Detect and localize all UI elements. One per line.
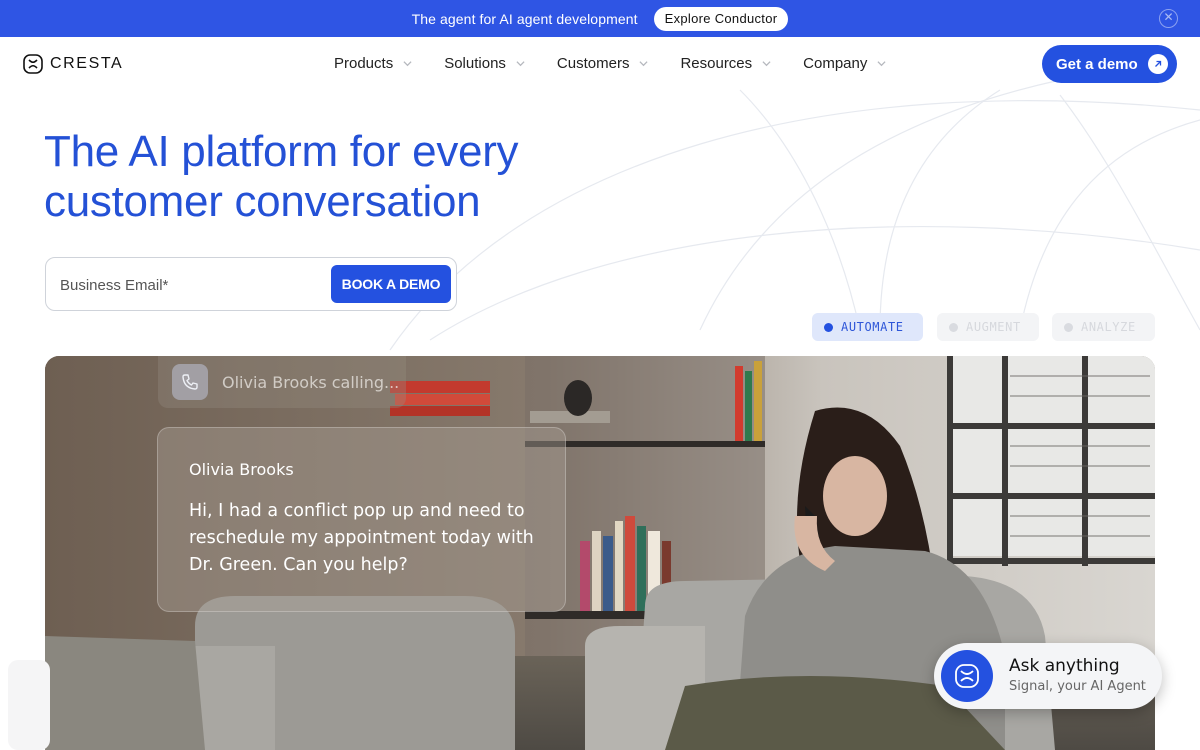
hero-title-line-2: customer conversation xyxy=(44,177,481,226)
chevron-down-icon xyxy=(762,61,771,67)
active-dot-icon xyxy=(824,322,833,332)
side-panel-ghost xyxy=(8,660,50,750)
ask-anything-title: Ask anything xyxy=(1009,656,1120,676)
mode-label: ANALYZE xyxy=(1081,320,1136,334)
hero-title-line-1: The AI platform for every xyxy=(44,127,519,176)
chevron-down-icon xyxy=(516,61,525,67)
menu-item-label: Customers xyxy=(556,55,630,72)
menu-item-products[interactable]: Products xyxy=(334,55,412,72)
ask-anything-subtitle: Signal, your AI Agent xyxy=(1009,679,1146,694)
menu-item-resources[interactable]: Resources xyxy=(680,55,771,72)
arrow-up-right-icon xyxy=(1148,54,1168,74)
announcement-bar: The agent for AI agent development Explo… xyxy=(0,0,1200,37)
incoming-call-chip: Olivia Brooks calling... xyxy=(158,356,406,408)
ask-anything-widget[interactable]: Ask anything Signal, your AI Agent xyxy=(934,643,1162,709)
book-a-demo-button[interactable]: BOOK A DEMO xyxy=(331,265,451,303)
mode-tab-augment[interactable]: AUGMENT xyxy=(937,313,1039,341)
message-sender-name: Olivia Brooks xyxy=(189,460,294,479)
explore-conductor-button[interactable]: Explore Conductor xyxy=(653,6,789,31)
menu-item-label: Company xyxy=(803,55,868,72)
caller-label: Olivia Brooks calling... xyxy=(222,372,400,392)
get-a-demo-button[interactable]: Get a demo xyxy=(1042,45,1177,83)
message-text: Hi, I had a conflict pop up and need to … xyxy=(189,501,534,575)
chevron-down-icon xyxy=(403,61,412,67)
business-email-input[interactable] xyxy=(60,270,330,300)
menu-item-solutions[interactable]: Solutions xyxy=(444,55,525,72)
mode-tab-analyze[interactable]: ANALYZE xyxy=(1052,313,1155,341)
signal-agent-icon xyxy=(941,650,993,702)
get-a-demo-label: Get a demo xyxy=(1056,55,1138,73)
hero-title: The AI platform for every customer conve… xyxy=(44,127,664,227)
top-navigation: CRESTA Products Solutions Customers Reso… xyxy=(0,37,1200,91)
menu-item-label: Products xyxy=(334,55,394,72)
inactive-dot-icon xyxy=(1064,322,1073,332)
mode-tab-automate[interactable]: AUTOMATE xyxy=(812,313,923,341)
main-menu: Products Solutions Customers Resources C… xyxy=(334,55,918,72)
phone-icon xyxy=(172,364,208,400)
menu-item-label: Solutions xyxy=(444,55,506,72)
cresta-logo-icon xyxy=(23,54,43,74)
inactive-dot-icon xyxy=(949,322,958,332)
book-demo-form: BOOK A DEMO xyxy=(45,257,457,311)
logo-wordmark: CRESTA xyxy=(50,55,124,72)
chevron-down-icon xyxy=(639,61,648,67)
mode-label: AUTOMATE xyxy=(841,320,904,334)
close-icon[interactable]: ✕ xyxy=(1159,9,1178,28)
announcement-text: The agent for AI agent development xyxy=(411,10,638,27)
mode-label: AUGMENT xyxy=(966,320,1021,334)
menu-item-customers[interactable]: Customers xyxy=(557,55,649,72)
menu-item-label: Resources xyxy=(680,55,753,72)
cresta-logo[interactable]: CRESTA xyxy=(22,53,123,75)
customer-message-card: Olivia Brooks Hi, I had a conflict pop u… xyxy=(157,427,566,612)
menu-item-company[interactable]: Company xyxy=(803,55,886,72)
chevron-down-icon xyxy=(877,61,886,67)
